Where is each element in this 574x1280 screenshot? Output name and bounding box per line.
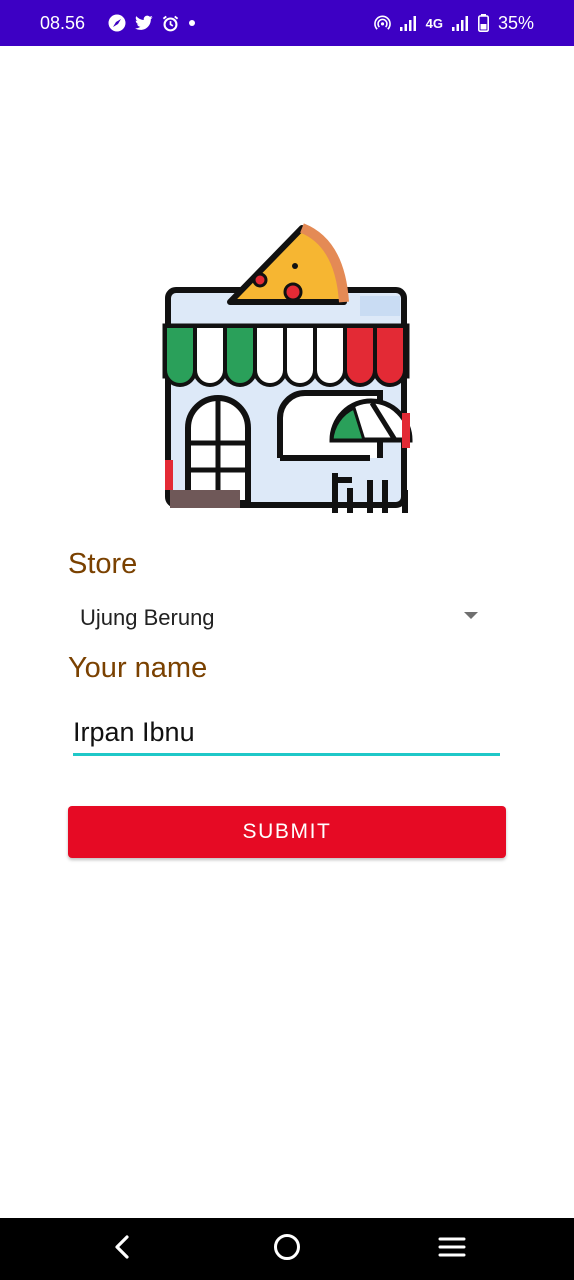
battery-icon (477, 14, 489, 32)
signal-icon (399, 15, 417, 31)
signal-icon (451, 15, 469, 31)
name-label: Your name (68, 652, 208, 684)
home-icon (273, 1233, 301, 1266)
pizza-store-icon (158, 218, 414, 518)
nav-compass-icon (108, 14, 126, 32)
back-icon (111, 1234, 133, 1265)
navigation-bar (0, 1218, 574, 1280)
recents-button[interactable] (412, 1218, 492, 1280)
status-bar: 08.56 4G 35% (0, 0, 574, 46)
screen: 08.56 4G 35% Store Ujung Berung Your nam… (0, 0, 574, 1280)
dot-icon (188, 19, 196, 27)
submit-button[interactable]: SUBMIT (68, 806, 506, 858)
store-dropdown[interactable]: Ujung Berung (68, 596, 492, 640)
status-time: 08.56 (40, 12, 86, 33)
store-selected-value: Ujung Berung (80, 605, 215, 630)
status-right: 4G 35% (373, 12, 534, 34)
network-type: 4G (425, 15, 443, 31)
home-button[interactable] (247, 1218, 327, 1280)
twitter-icon (135, 15, 153, 31)
battery-percent: 35% (497, 12, 534, 33)
recents-icon (438, 1236, 466, 1263)
back-button[interactable] (82, 1218, 162, 1280)
hotspot-icon (373, 15, 391, 31)
store-label: Store (68, 548, 138, 580)
name-input[interactable] (73, 712, 500, 756)
alarm-icon (162, 15, 179, 32)
status-left: 08.56 (40, 13, 196, 34)
dropdown-arrow-icon (464, 612, 478, 619)
